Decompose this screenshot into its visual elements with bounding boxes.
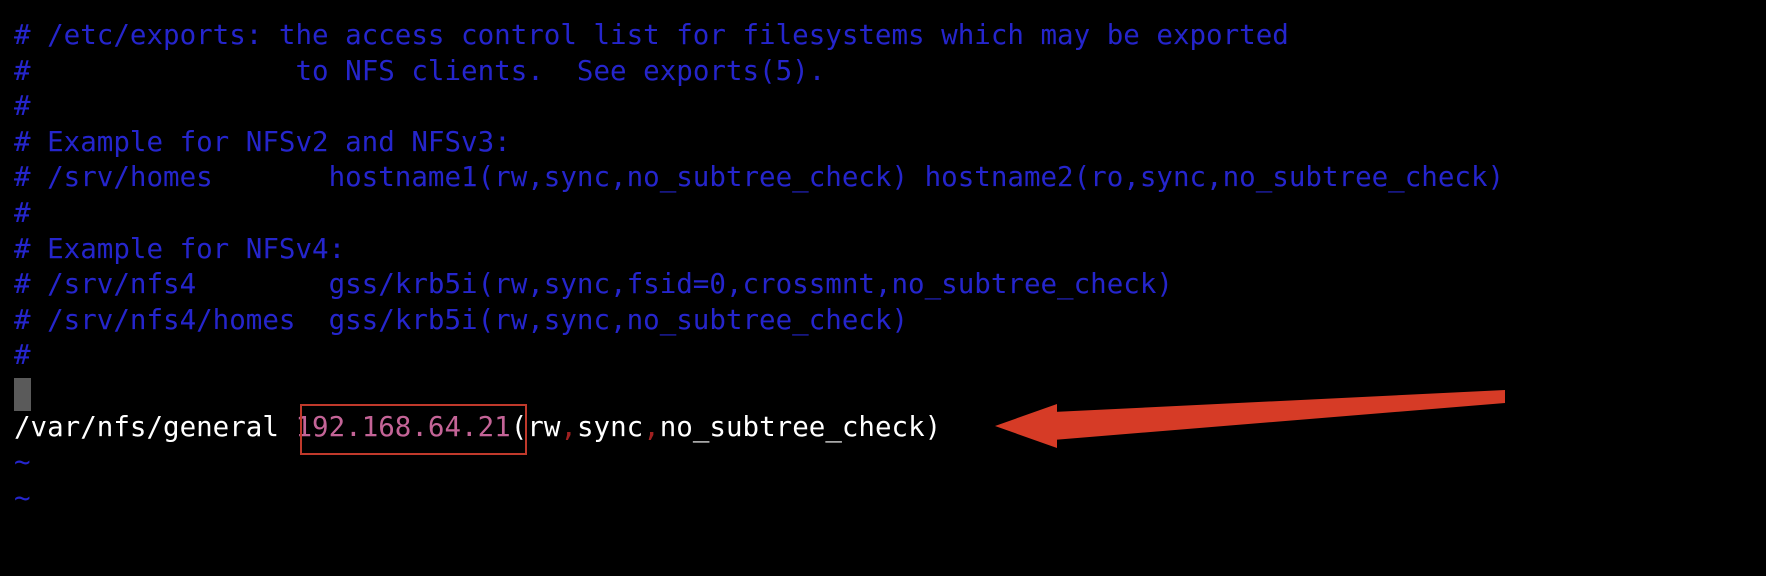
editor-line-cursor[interactable] [0, 374, 1766, 410]
export-option-rw: rw [527, 410, 561, 443]
text-cursor [14, 378, 31, 411]
export-open-paren: ( [510, 410, 528, 443]
editor-line[interactable]: # /srv/nfs4/homes gss/krb5i(rw,sync,no_s… [0, 303, 1766, 339]
export-path: /var/nfs/general [14, 410, 296, 443]
export-close-paren: ) [924, 410, 942, 443]
export-comma: , [560, 410, 577, 443]
editor-line[interactable]: # Example for NFSv2 and NFSv3: [0, 125, 1766, 161]
export-comma: , [643, 410, 660, 443]
editor-empty-line-marker: ~ [14, 446, 31, 479]
editor-line-export[interactable]: /var/nfs/general 192.168.64.21(rw,sync,n… [0, 410, 1766, 446]
export-option-no-subtree-check: no_subtree_check [659, 410, 925, 443]
editor-text-area[interactable]: # /etc/exports: the access control list … [0, 0, 1766, 516]
editor-line[interactable]: # to NFS clients. See exports(5). [0, 54, 1766, 90]
editor-empty-line-marker: ~ [14, 481, 31, 514]
editor-line[interactable]: # [0, 196, 1766, 232]
editor-line[interactable]: # /srv/homes hostname1(rw,sync,no_subtre… [0, 160, 1766, 196]
export-option-sync: sync [576, 410, 644, 443]
editor-line[interactable]: # /srv/nfs4 gss/krb5i(rw,sync,fsid=0,cro… [0, 267, 1766, 303]
editor-line[interactable]: # /etc/exports: the access control list … [0, 18, 1766, 54]
editor-line[interactable]: # [0, 338, 1766, 374]
terminal-window: # /etc/exports: the access control list … [0, 0, 1766, 576]
editor-line[interactable]: # [0, 89, 1766, 125]
export-ip-address[interactable]: 192.168.64.21 [295, 411, 510, 443]
editor-line[interactable]: # Example for NFSv4: [0, 232, 1766, 268]
